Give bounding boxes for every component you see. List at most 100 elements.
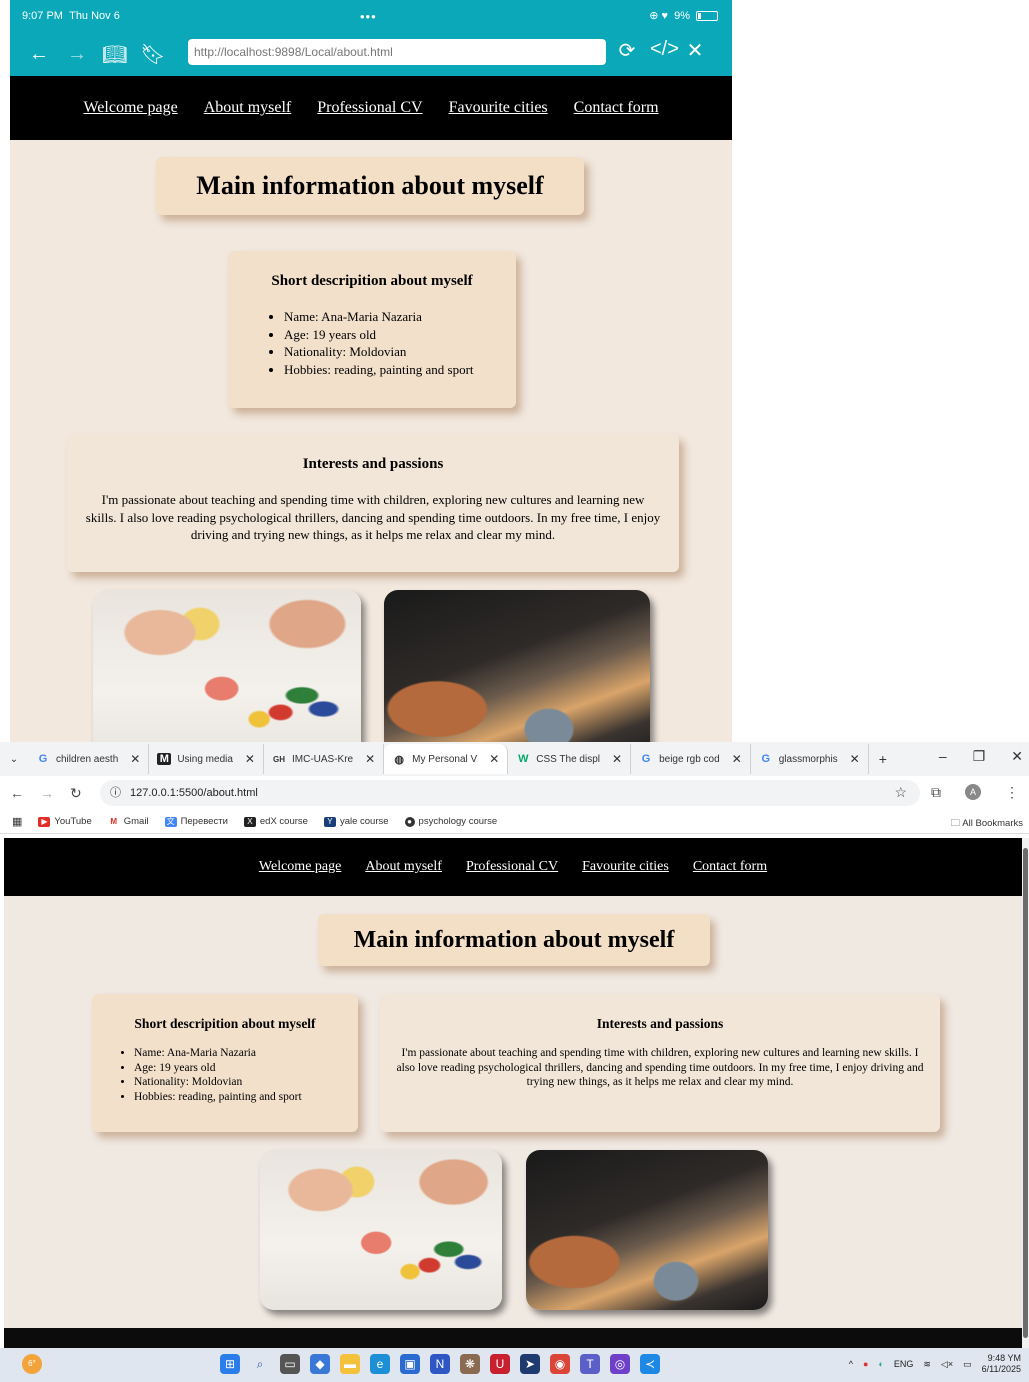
tab-active[interactable]: ◍ My Personal V ✕ [384,744,509,774]
nav-about[interactable]: About myself [365,859,442,875]
nav-cities[interactable]: Favourite cities [449,99,548,117]
weather-widget[interactable]: 6° [22,1354,42,1374]
google-icon: G [38,753,48,765]
multitask-dots-icon[interactable]: ••• [360,9,377,24]
arrow-app-icon[interactable]: ➤ [520,1354,540,1374]
bookmark-gmail[interactable]: M Gmail [107,816,149,827]
bookmark-label: yale course [339,816,389,827]
nav-about[interactable]: About myself [204,99,292,117]
bookmark-icon[interactable]: 🔖︎ [134,42,172,67]
widgets-icon[interactable]: ◆ [310,1354,330,1374]
clock[interactable]: 9:48 YM 6/11/2025 [982,1353,1021,1375]
bookmark-label: edX course [259,816,308,827]
vscode-icon[interactable]: ≺ [640,1354,660,1374]
wifi-icon[interactable]: ≋ [923,1359,931,1370]
site-nav: Welcome page About myself Professional C… [4,838,1022,896]
scrollbar-thumb[interactable] [1023,848,1028,1338]
close-tab-icon[interactable]: ✕ [732,752,742,766]
children-painting-photo [93,590,361,742]
chrome-icon[interactable]: ◉ [550,1354,570,1374]
store-icon[interactable]: ▣ [400,1354,420,1374]
close-icon[interactable]: ✕ [684,38,706,63]
bookmark-youtube[interactable]: ▶ YouTube [38,816,92,827]
close-tab-icon[interactable]: ✕ [365,752,375,766]
info-icon[interactable]: ⓘ [110,780,121,806]
battery-icon [696,10,718,21]
windows-taskbar: 6° ⊞ ⌕ ▭ ◆ ▬ e ▣ N ❋ U ➤ ◉ T ◎ ≺ ^ ● ◐ E… [0,1348,1029,1382]
minimize-icon[interactable]: – [939,748,947,765]
tab[interactable]: M Using media ✕ [149,744,264,774]
nav-contact[interactable]: Contact form [574,99,659,117]
reload-icon[interactable]: ↻ [70,785,82,802]
search-icon[interactable]: ⌕ [250,1354,270,1374]
bookmark-edx[interactable]: XedX course [243,816,308,827]
folder-icon: 🗀︎ [950,818,961,829]
restore-icon[interactable]: ❐ [973,748,986,765]
new-tab-icon[interactable]: + [879,751,887,767]
close-tab-icon[interactable]: ✕ [850,752,860,766]
extensions-icon[interactable]: ⧉ [931,784,941,801]
start-icon[interactable]: ⊞ [220,1354,240,1374]
status-icons: ⊕ ♥ [649,10,669,22]
volume-icon[interactable]: ◁× [941,1359,953,1370]
close-tab-icon[interactable]: ✕ [612,752,622,766]
nav-welcome[interactable]: Welcome page [83,99,177,117]
tab[interactable]: Gchildren aesth ✕ [28,744,150,774]
nav-welcome[interactable]: Welcome page [259,859,341,875]
nav-cv[interactable]: Professional CV [466,859,558,875]
reload-icon[interactable]: ⟳ [616,38,638,63]
google-icon: G [641,753,651,765]
nav-contact[interactable]: Contact form [693,859,767,875]
close-tab-icon[interactable]: ✕ [245,752,255,766]
site-footer [4,1328,1022,1348]
short-description-list: Name: Ana-Maria Nazaria Age: 19 years ol… [134,1046,358,1104]
tab[interactable]: Gglassmorphis ✕ [751,744,869,774]
language-indicator[interactable]: ENG [894,1359,914,1369]
forward-arrow-icon[interactable]: → [40,785,54,801]
battery-icon[interactable]: ▭ [963,1359,972,1370]
teams-icon[interactable]: T [580,1354,600,1374]
nav-cv[interactable]: Professional CV [317,99,422,117]
app-icon[interactable]: N [430,1354,450,1374]
github-icon[interactable]: ◎ [610,1354,630,1374]
task-view-icon[interactable]: ▭ [280,1354,300,1374]
bookmark-translate[interactable]: 文 Перевести [164,816,228,827]
all-bookmarks-label: All Bookmarks [962,818,1023,829]
tab[interactable]: W CSS The displ ✕ [508,744,632,774]
all-bookmarks[interactable]: 🗀︎ All Bookmarks [951,816,1023,832]
star-icon[interactable]: ☆ [894,784,907,801]
nav-cities[interactable]: Favourite cities [582,859,669,875]
tray-app-icon[interactable]: ● [863,1359,868,1369]
system-tray: ^ ● ◐ ENG ≋ ◁× ▭ 9:48 YM 6/11/2025 [849,1353,1021,1375]
book-icon[interactable]: 📖︎ [96,42,134,67]
forward-arrow-icon[interactable]: → [58,43,96,66]
ipad-url-field[interactable]: http://localhost:9898/Local/about.html [188,39,606,65]
tray-app-icon[interactable]: ◐ [878,1359,883,1369]
edge-icon[interactable]: e [370,1354,390,1374]
app-icon[interactable]: ❋ [460,1354,480,1374]
mcafee-icon[interactable]: U [490,1354,510,1374]
code-icon[interactable]: </> [650,38,679,63]
url-input[interactable]: ⓘ 127.0.0.1:5500/about.html [100,780,920,806]
tab-search-icon[interactable]: ⌄ [0,754,28,765]
chevron-up-icon[interactable]: ^ [849,1359,853,1369]
interests-card: Interests and passions I'm passionate ab… [380,994,940,1132]
close-window-icon[interactable]: ✕ [1011,748,1023,765]
apps-icon[interactable]: ▦ [12,815,22,828]
tab[interactable]: GH IMC-UAS-Kre ✕ [264,744,385,774]
back-arrow-icon[interactable]: ← [10,785,24,801]
back-arrow-icon[interactable]: ← [20,43,58,66]
github-icon: GH [272,754,285,764]
tab[interactable]: Gbeige rgb cod ✕ [631,744,751,774]
address-bar-tools: ☆ ⧉ A ⋮ [894,784,1019,801]
bookmark-psychology[interactable]: ● psychology course [404,816,497,827]
avatar[interactable]: A [965,784,981,800]
menu-icon[interactable]: ⋮ [1005,784,1019,801]
tab-label: My Personal V [412,753,478,765]
page-scrollbar[interactable] [1022,838,1029,1348]
ipad-status-right: ⊕ ♥ 9% [649,9,718,22]
bookmark-yale[interactable]: Yyale course [323,816,389,827]
file-explorer-icon[interactable]: ▬ [340,1354,360,1374]
close-tab-icon[interactable]: ✕ [130,752,140,766]
close-tab-icon[interactable]: ✕ [489,752,499,766]
